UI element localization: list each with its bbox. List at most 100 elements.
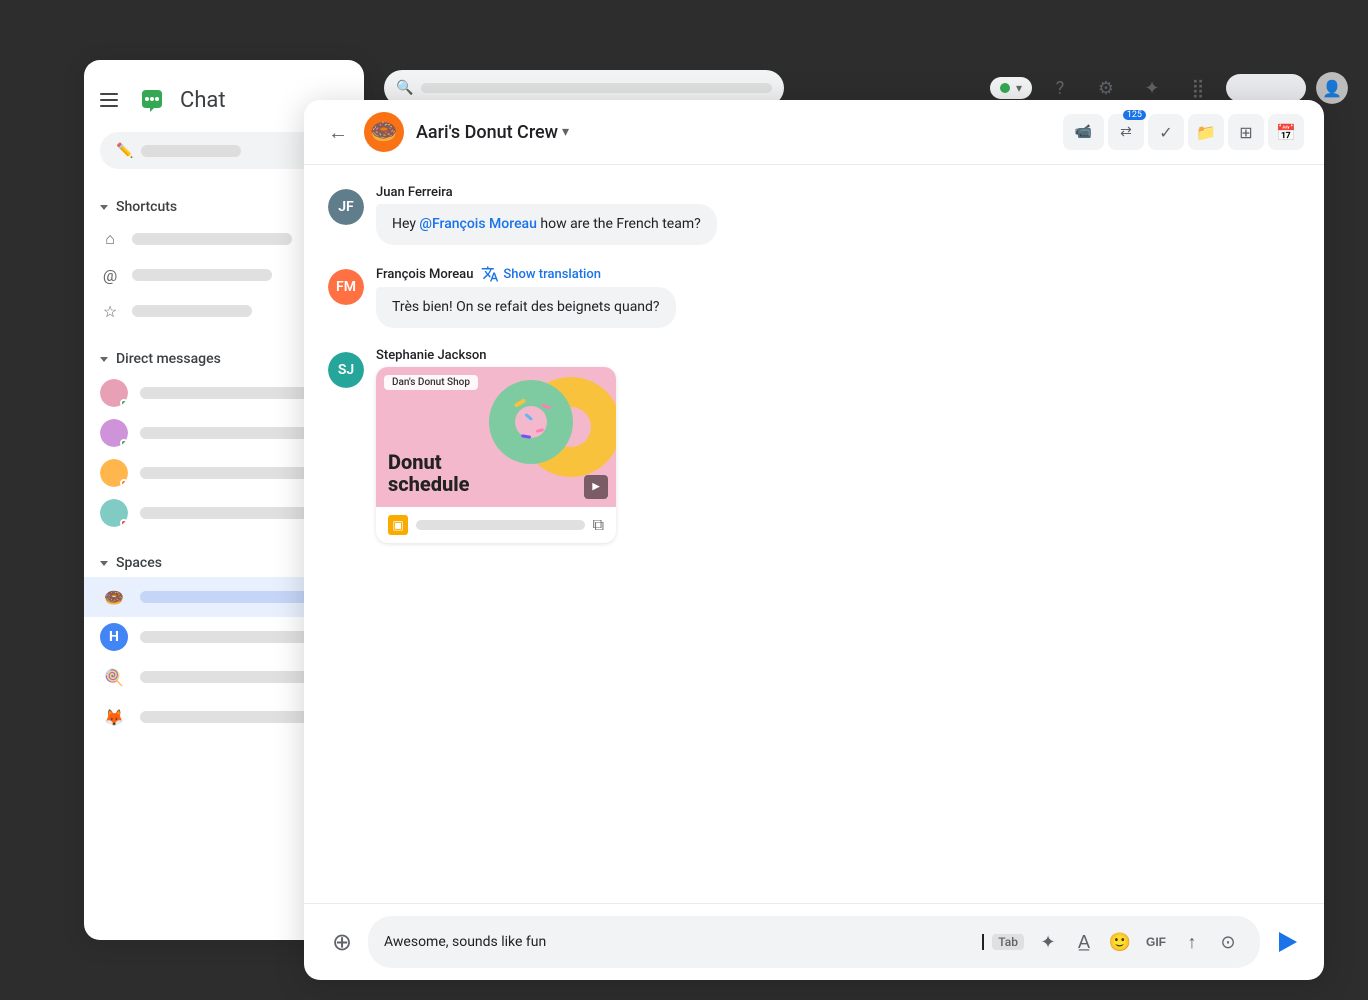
message-content-stephanie: Stephanie Jackson [376,348,1300,543]
message-bubble-francois: Très bien! On se refait des beignets qua… [376,287,676,328]
add-attachment-button[interactable]: ⊕ [324,924,360,960]
message-avatar-juan: JF [328,189,364,225]
avatar-stephanie: SJ [328,352,364,388]
google-chat-logo [136,84,168,116]
snippets-button[interactable]: ⊞ [1228,114,1264,150]
chat-header: ← 🍩 Aari's Donut Crew ▾ 📹 ⇄ 125 ✓ 📁 ⊞ 📅 [304,100,1324,165]
dm-avatar-3 [100,459,128,487]
dm-label: Direct messages [116,351,221,367]
message-group-3: SJ Stephanie Jackson [328,348,1300,543]
calendar-button[interactable]: 📅 [1268,114,1304,150]
copy-icon[interactable]: ⧉ [593,515,604,535]
chat-dropdown-arrow: ▾ [562,124,569,140]
translate-label: Show translation [503,267,601,282]
message-meta-francois: François Moreau Show translation [376,265,1300,283]
chat-title-dropdown[interactable]: Aari's Donut Crew ▾ [416,122,569,143]
chat-title: Aari's Donut Crew [416,122,558,143]
gif-label: ▶ [593,482,600,492]
new-chat-label-bar [141,145,241,157]
input-area: ⊕ Awesome, sounds like fun Tab ✦ A̲ 🙂 GI… [304,903,1324,980]
dm-status-3 [120,479,128,487]
space-emoji-fox: 🦊 [100,703,128,731]
tasks-button[interactable]: ✓ [1148,114,1184,150]
online-status-dot [1000,83,1010,93]
donut-title-text: Donutschedule [388,451,470,495]
shortcut-bar-starred [132,305,252,317]
files-button[interactable]: 📁 [1188,114,1224,150]
shortcuts-chevron [100,205,108,210]
message-meta-juan: Juan Ferreira [376,185,1300,200]
send-button[interactable] [1268,924,1304,960]
input-text: Awesome, sounds like fun [384,934,974,950]
chat-window: ← 🍩 Aari's Donut Crew ▾ 📹 ⇄ 125 ✓ 📁 ⊞ 📅 [304,100,1324,980]
message-text-after: how are the French team? [537,216,701,232]
sender-juan: Juan Ferreira [376,185,453,200]
group-emoji: 🍩 [370,120,397,145]
slides-icon: ▣ [388,515,408,535]
gif-button[interactable]: GIF [1140,926,1172,958]
message-content-juan: Juan Ferreira Hey @François Moreau how a… [376,185,1300,245]
header-actions: 📹 ⇄ 125 ✓ 📁 ⊞ 📅 [1063,114,1304,150]
more-options-button[interactable]: ⊙ [1212,926,1244,958]
translate-icon-svg [481,265,499,283]
emoji-button[interactable]: 🙂 [1104,926,1136,958]
donut-image-card: Dan's Donut Shop Donutschedule ▶ ▣ [376,367,616,543]
status-indicator[interactable]: ▾ [990,77,1032,99]
image-card-footer: ▣ ⧉ [376,507,616,543]
message-group-1: JF Juan Ferreira Hey @François Moreau ho… [328,185,1300,245]
sender-francois: François Moreau [376,267,473,282]
donut-title-overlay: Donutschedule [388,451,470,495]
shortcut-bar-mentions [132,269,272,281]
mention-francois[interactable]: @François Moreau [419,216,536,232]
dm-status-1 [120,399,128,407]
space-emoji-candy: 🍭 [100,663,128,691]
donut-gif-button[interactable]: ▶ [584,475,608,499]
upload-button[interactable]: ↑ [1176,926,1208,958]
space-emoji-h: H [100,623,128,651]
donut-image: Dan's Donut Shop Donutschedule ▶ [376,367,616,507]
message-text-before: Hey [392,216,419,232]
messages-area: JF Juan Ferreira Hey @François Moreau ho… [304,165,1324,903]
translate-icon: ⇄ [1120,124,1132,140]
message-bubble-juan: Hey @François Moreau how are the French … [376,204,717,245]
dm-avatar-2 [100,419,128,447]
search-icon: 🔍 [396,80,413,96]
group-avatar: 🍩 [364,112,404,152]
send-arrow-icon [1279,932,1297,952]
status-chevron: ▾ [1016,81,1022,95]
dm-avatar-4 [100,499,128,527]
mentions-icon: @ [100,265,120,285]
search-input-bar [421,83,772,93]
gemini-input-button[interactable]: ✦ [1032,926,1064,958]
video-call-button[interactable]: 📹 [1063,114,1104,150]
input-actions: ✦ A̲ 🙂 GIF ↑ ⊙ [1032,926,1244,958]
starred-icon: ☆ [100,301,120,321]
shortcut-bar-home [132,233,292,245]
translate-icon-button[interactable]: ⇄ 125 [1108,114,1144,150]
account-name-bar [1226,74,1306,102]
sender-stephanie: Stephanie Jackson [376,348,487,363]
app-title: Chat [180,88,226,113]
message-input[interactable]: Awesome, sounds like fun Tab ✦ A̲ 🙂 GIF … [368,916,1260,968]
translate-button[interactable]: Show translation [481,265,601,283]
new-chat-icon: ✏️ [116,142,133,159]
back-button[interactable]: ← [324,116,352,149]
dm-chevron [100,357,108,362]
message-avatar-francois: FM [328,269,364,305]
dm-status-4 [120,519,128,527]
spaces-chevron [100,561,108,566]
menu-icon[interactable] [100,88,124,112]
footer-bar [416,520,585,530]
avatar-francois: FM [328,269,364,305]
translate-badge: 125 [1123,110,1146,120]
space-emoji-donut: 🍩 [100,583,128,611]
format-text-button[interactable]: A̲ [1068,926,1100,958]
tab-badge: Tab [992,934,1024,950]
message-group-2: FM François Moreau Show translation Très… [328,265,1300,328]
home-icon: ⌂ [100,229,120,249]
dm-avatar-1 [100,379,128,407]
shortcuts-label: Shortcuts [116,199,177,215]
donut-shop-label: Dan's Donut Shop [384,375,478,390]
dm-status-2 [120,439,128,447]
message-avatar-stephanie: SJ [328,352,364,388]
